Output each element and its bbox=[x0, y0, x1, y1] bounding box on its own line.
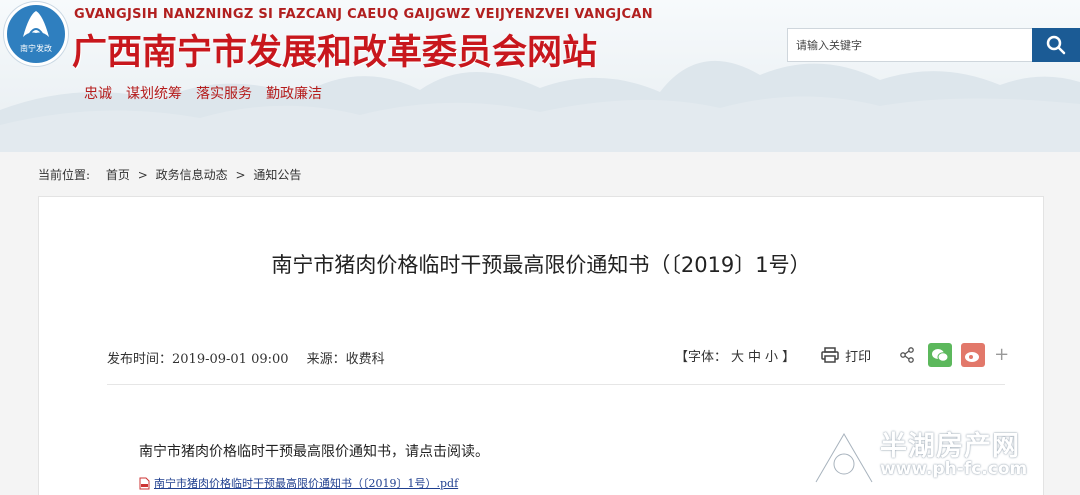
attachment-name: 南宁市猪肉价格临时干预最高限价通知书（〔2019〕1号）.pdf bbox=[154, 477, 459, 490]
breadcrumb-notices[interactable]: 通知公告 bbox=[253, 168, 301, 182]
mountain-background bbox=[0, 60, 1080, 152]
font-size-end: 】 bbox=[782, 349, 796, 365]
weibo-share-button[interactable] bbox=[961, 343, 986, 367]
wechat-share-button[interactable] bbox=[928, 343, 953, 367]
nav-item-integrity[interactable]: 勤政廉洁 bbox=[266, 83, 322, 103]
font-size-small[interactable]: 小 bbox=[765, 350, 778, 365]
article-meta: 发布时间：2019-09-01 09:00 来源：收费科 bbox=[107, 348, 385, 367]
meta-divider bbox=[107, 384, 1005, 385]
nav-item-service[interactable]: 落实服务 bbox=[196, 83, 252, 103]
breadcrumb-label: 当前位置: bbox=[38, 168, 91, 182]
site-pinyin-title: GVANGJSIH NANZNINGZ SI FAZCANJ CAEUQ GAI… bbox=[74, 7, 653, 22]
pdf-attachment-link[interactable]: 南宁市猪肉价格临时干预最高限价通知书（〔2019〕1号）.pdf bbox=[139, 475, 458, 491]
font-size-label: 【字体： bbox=[675, 349, 728, 365]
share-tools: + bbox=[899, 343, 1009, 367]
breadcrumb-separator: > bbox=[137, 168, 148, 182]
watermark-url: www.ph-fc.com bbox=[880, 459, 1028, 479]
weibo-icon bbox=[965, 351, 980, 362]
site-header: 南宁发改 GVANGJSIH NANZNINGZ SI FAZCANJ CAEU… bbox=[0, 0, 1080, 152]
site-logo[interactable]: 南宁发改 bbox=[4, 2, 68, 66]
breadcrumb-news[interactable]: 政务信息动态 bbox=[156, 168, 228, 182]
search-bar bbox=[787, 28, 1080, 62]
more-share-button[interactable]: + bbox=[994, 346, 1009, 364]
font-size-switcher: 【字体：大中小】 bbox=[673, 346, 797, 365]
article-tools: 【字体：大中小】 打印 + bbox=[673, 343, 1009, 367]
search-input[interactable] bbox=[787, 28, 1032, 62]
nav-item-planning[interactable]: 谋划统筹 bbox=[126, 83, 182, 103]
search-button[interactable] bbox=[1032, 28, 1080, 62]
article-title: 南宁市猪肉价格临时干预最高限价通知书（〔2019〕1号） bbox=[271, 253, 811, 277]
page: 南宁发改 GVANGJSIH NANZNINGZ SI FAZCANJ CAEU… bbox=[0, 0, 1080, 495]
breadcrumb: 当前位置: 首页 > 政务信息动态 > 通知公告 bbox=[38, 166, 301, 183]
search-icon bbox=[1046, 35, 1066, 55]
wechat-icon bbox=[932, 348, 949, 362]
logo-emblem-icon bbox=[23, 11, 49, 37]
breadcrumb-separator: > bbox=[235, 168, 246, 182]
article-source: 来源：收费科 bbox=[306, 352, 385, 367]
nav-item-loyalty[interactable]: 忠诚 bbox=[84, 83, 112, 103]
header-nav: 忠诚 谋划统筹 落实服务 勤政廉洁 bbox=[84, 83, 322, 103]
font-size-large[interactable]: 大 bbox=[731, 350, 744, 365]
article-body-text: 南宁市猪肉价格临时干预最高限价通知书，请点击阅读。 bbox=[139, 444, 489, 460]
print-button[interactable]: 打印 bbox=[821, 346, 871, 365]
printer-icon bbox=[821, 347, 839, 363]
font-size-medium[interactable]: 中 bbox=[748, 350, 761, 365]
print-label: 打印 bbox=[845, 349, 872, 365]
site-title: 广西南宁市发展和改革委员会网站 bbox=[72, 33, 598, 73]
breadcrumb-home[interactable]: 首页 bbox=[106, 168, 130, 182]
watermark-site-name: 半湖房产网 bbox=[880, 431, 1020, 462]
publish-time: 发布时间：2019-09-01 09:00 bbox=[107, 352, 289, 367]
pdf-file-icon bbox=[139, 477, 150, 489]
share-icon[interactable] bbox=[899, 347, 915, 363]
logo-text: 南宁发改 bbox=[20, 44, 52, 53]
